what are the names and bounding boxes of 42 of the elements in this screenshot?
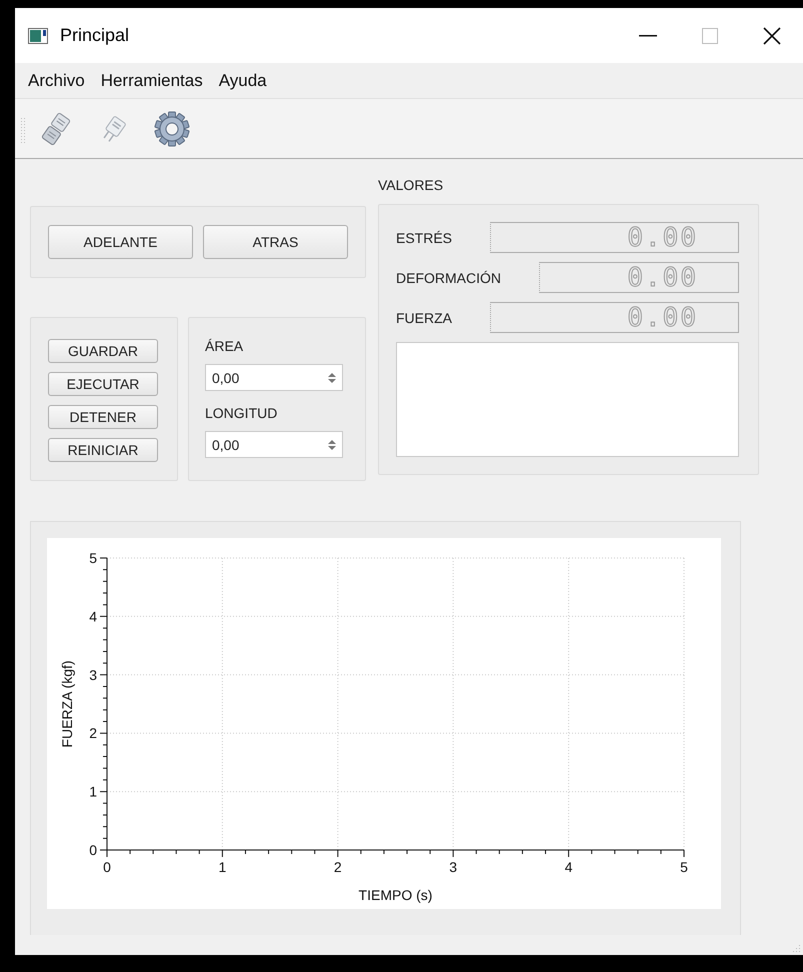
push-button[interactable]: ADELANTE [48, 225, 193, 259]
tick-label: 0 [103, 859, 111, 875]
lcd-display: 0.00 [490, 222, 739, 253]
tick-label: 5 [680, 859, 688, 875]
push-button[interactable]: ATRAS [203, 225, 348, 259]
reading-label: FUERZA [396, 310, 452, 326]
spin-box[interactable]: 0,00 [205, 431, 343, 458]
maximize-icon[interactable] [702, 28, 718, 44]
push-button[interactable]: REINICIAR [48, 438, 158, 462]
tick-label: 3 [449, 859, 458, 875]
tick-label: 2 [334, 859, 342, 875]
menu-item[interactable]: Herramientas [100, 70, 203, 90]
tick-label: 4 [564, 859, 572, 875]
tick-label: 3 [89, 666, 97, 683]
close-icon[interactable] [763, 26, 781, 44]
tick-label: 5 [89, 550, 97, 566]
axis-title: FUERZA (kgf) [59, 660, 75, 748]
spin-box[interactable]: 0,00 [205, 364, 343, 391]
spin-arrows-icon[interactable] [328, 372, 336, 384]
window-title: Principal [60, 25, 130, 46]
tick-label: 0 [89, 842, 97, 858]
menu-item[interactable]: Ayuda [218, 70, 267, 90]
tick-label: 1 [218, 859, 226, 875]
app-icon [28, 28, 48, 44]
field-label: ÁREA [205, 338, 244, 354]
menu-item[interactable]: Archivo [28, 70, 85, 90]
axis-title: TIEMPO (s) [358, 887, 432, 903]
tick-label: 2 [89, 725, 97, 742]
reading-label: DEFORMACIÓN [396, 270, 501, 286]
field-label: LONGITUD [205, 405, 278, 421]
tick-label: 4 [89, 608, 97, 624]
lcd-display: 0.00 [490, 302, 739, 333]
reading-label: ESTRÉS [396, 230, 452, 246]
push-button[interactable]: DETENER [48, 405, 158, 429]
lcd-display: 0.00 [539, 262, 739, 293]
tick-label: 1 [89, 784, 97, 800]
group-title: VALORES [378, 177, 444, 195]
spin-arrows-icon[interactable] [328, 438, 336, 450]
gear-icon[interactable] [153, 110, 191, 148]
push-button[interactable]: GUARDAR [48, 339, 158, 363]
push-button[interactable]: EJECUTAR [48, 372, 158, 396]
minimize-icon[interactable] [639, 34, 657, 36]
